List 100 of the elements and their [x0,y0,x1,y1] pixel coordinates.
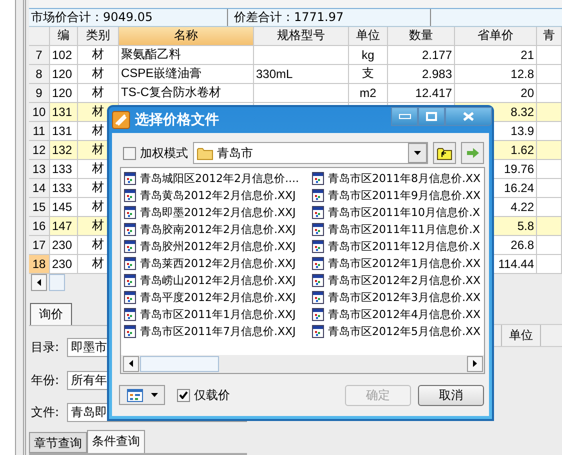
row-number[interactable]: 8 [29,64,50,84]
check-icon [179,391,188,399]
file-icon [124,223,136,236]
table-cell: m2 [349,84,388,103]
table-cell: 材 [78,46,119,65]
row-number[interactable]: 18 [29,254,50,274]
column-header[interactable]: 规格型号 [254,26,349,46]
file-icon [312,325,324,338]
scrollbar-thumb[interactable] [49,274,65,291]
scroll-left-button[interactable] [123,356,139,372]
dialog-button[interactable]: 取消 [418,384,484,406]
folder-dropdown[interactable]: 青岛市 [192,142,428,164]
maximize-icon [426,112,437,121]
file-name[interactable]: 青岛市区2012年3月信息价.XX [328,290,481,305]
app-icon [112,111,130,129]
row-number[interactable]: 7 [29,46,50,65]
table-cell: 12.417 [388,84,455,103]
right-arrow-icon [473,360,477,367]
column-header[interactable]: 编 [50,26,78,46]
column-header[interactable]: 青 [537,26,562,46]
table-cell: kg [349,46,388,65]
folder-up-button[interactable] [433,142,456,164]
row-number[interactable]: 16 [29,216,50,236]
folder-icon [196,146,213,160]
checkbox[interactable] [177,388,190,402]
tab[interactable]: 询价 [30,303,72,326]
file-name[interactable]: 青岛莱西2012年2月信息价.XXJ [140,256,296,271]
file-name[interactable]: 青岛市区2012年4月信息价.XX [328,307,481,322]
tab[interactable]: 章节查询 [29,432,87,454]
table-cell: 支 [349,64,388,84]
table-cell: 132 [50,140,78,160]
checkbox-label: 加权模式 [140,144,188,162]
file-name[interactable]: 青岛平度2012年2月信息价.XXJ [140,290,296,305]
table-cell: 2.177 [388,46,455,65]
file-icon [124,325,136,338]
column-header[interactable]: 单位 [501,325,540,346]
row-number[interactable]: 12 [29,140,50,160]
file-name[interactable]: 青岛胶州2012年2月信息价.XXJ [140,239,296,254]
row-number[interactable]: 13 [29,160,50,179]
table-cell: 133 [50,160,78,179]
close-button[interactable] [445,107,492,126]
file-name[interactable]: 青岛黄岛2012年2月信息价.XXJ [140,188,296,203]
column-header[interactable]: 名称 [119,26,254,46]
file-name[interactable]: 青岛胶南2012年2月信息价.XXJ [140,222,296,237]
file-name[interactable]: 青岛崂山2012年2月信息价.XXJ [140,273,296,288]
column-header[interactable]: 省单价 [455,26,537,46]
table-cell: 2.983 [388,64,455,84]
table-cell [537,236,562,255]
field-label: 目录: [30,339,60,356]
file-icon [124,206,136,219]
file-icon [312,274,324,287]
maximize-button[interactable] [418,107,445,126]
view-mode-button[interactable] [119,385,165,405]
minimize-button[interactable] [391,107,418,126]
file-icon [124,274,136,287]
row-number[interactable]: 9 [29,84,50,103]
file-icon [312,223,324,236]
table-cell: 12.8 [455,64,537,84]
table-cell: 133 [50,178,78,198]
row-number[interactable]: 11 [29,122,50,141]
file-icon [124,240,136,253]
close-icon [463,112,474,121]
list-view-icon [126,388,142,402]
table-cell: TS-C复合防水卷材 [119,84,254,103]
table-cell: 21 [455,46,537,65]
checkbox-label: 仅载价 [194,386,230,404]
file-icon [312,257,324,270]
row-number[interactable]: 15 [29,198,50,217]
file-name[interactable]: 青岛市区2012年2月信息价.XX [328,273,481,288]
file-name[interactable]: 青岛即墨2012年2月信息价.XXJ [140,205,296,220]
row-number[interactable]: 14 [29,178,50,198]
file-name[interactable]: 青岛市区2011年1月信息价.XXJ [140,307,296,322]
row-number[interactable]: 17 [29,236,50,255]
file-icon [312,206,324,219]
tab[interactable]: 条件查询 [87,430,145,454]
file-name[interactable]: 青岛城阳区2012年2月信息价.... [140,171,299,186]
table-cell [537,178,562,198]
right-arrow-icon [466,148,479,158]
table-cell: 330mL [254,64,349,84]
file-icon [312,172,324,185]
column-header[interactable]: 数量 [388,26,455,46]
scroll-left-button[interactable] [31,274,47,291]
column-header[interactable]: 单位 [349,26,388,46]
scrollbar-thumb[interactable] [140,356,219,372]
minimize-icon [398,114,410,119]
row-number[interactable]: 10 [29,102,50,122]
file-name[interactable]: 青岛市区2012年5月信息价.XX [328,324,481,339]
dropdown-caret-icon [150,393,158,397]
field-label: 年份: [30,372,60,390]
table-cell [537,46,562,65]
file-icon [124,172,136,185]
checkbox[interactable] [123,146,136,160]
go-button[interactable] [461,142,484,164]
left-arrow-icon [129,360,133,367]
table-cell: 聚氨酯乙料 [119,46,254,65]
column-header[interactable]: 类别 [78,26,119,46]
scroll-right-button[interactable] [467,356,483,372]
file-name[interactable]: 青岛市区2011年7月信息价.XXJ [140,324,296,339]
left-arrow-icon [37,278,41,286]
file-icon [312,240,324,253]
